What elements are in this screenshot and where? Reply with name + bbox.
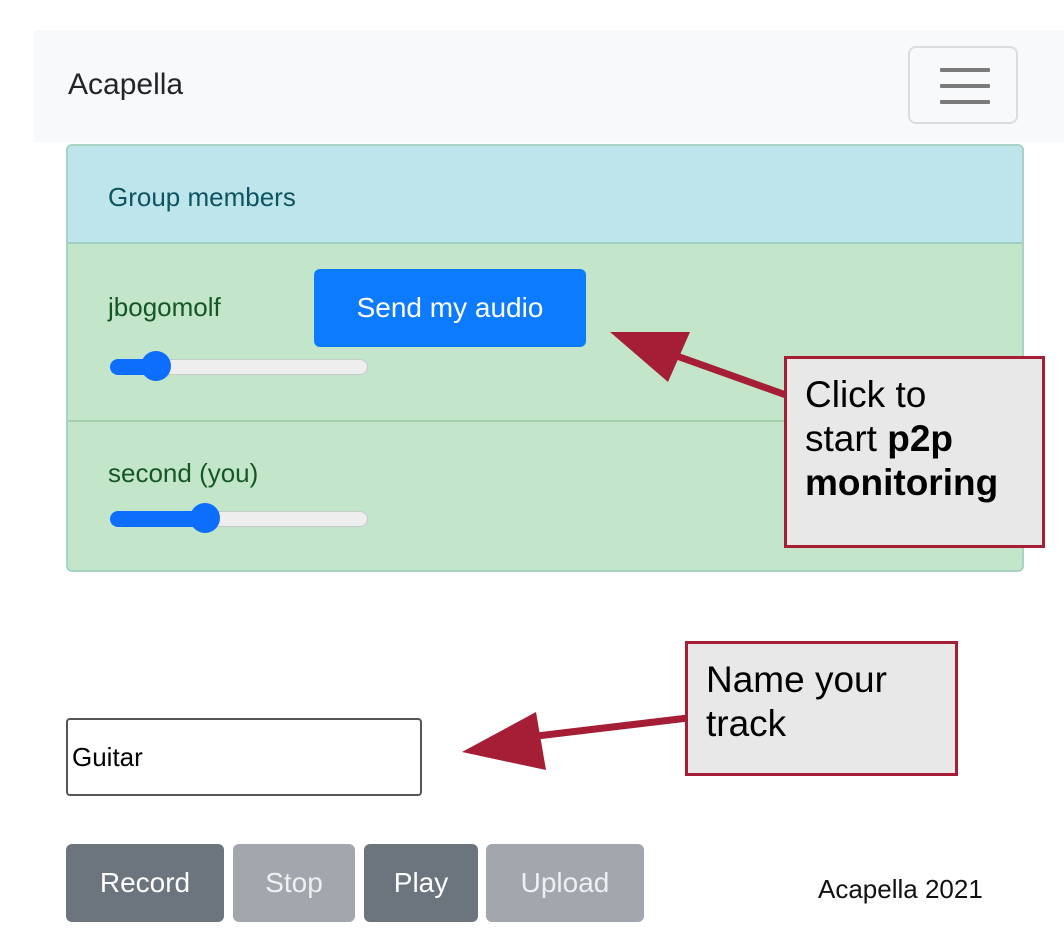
- annotation-bold-text: p2p: [887, 418, 954, 459]
- annotation-text: start: [805, 418, 888, 459]
- upload-button[interactable]: Upload: [486, 844, 644, 922]
- arrow-to-track-input: [462, 712, 689, 770]
- annotation-line: track: [706, 703, 787, 744]
- annotation-line: monitoring: [805, 461, 1042, 505]
- card-header-title: Group members: [108, 182, 296, 212]
- hamburger-bar: [940, 68, 990, 72]
- annotation-line: Name your: [706, 659, 887, 700]
- track-name-input[interactable]: [66, 718, 422, 796]
- annotation-line: start p2p: [805, 417, 1042, 461]
- annotation-track-name: Name your track: [685, 641, 958, 776]
- member-name: jbogomolf: [108, 292, 221, 322]
- volume-slider[interactable]: [110, 503, 370, 533]
- navbar-brand[interactable]: Acapella: [68, 70, 183, 100]
- footer-copyright: Acapella 2021: [818, 874, 983, 904]
- record-button[interactable]: Record: [66, 844, 224, 922]
- member-name: second (you): [108, 458, 259, 488]
- hamburger-bar: [940, 100, 990, 104]
- annotation-send-audio: Click to start p2p monitoring: [784, 356, 1045, 548]
- annotation-bold-text: monitoring: [805, 462, 999, 503]
- hamburger-menu-icon[interactable]: [908, 46, 1018, 124]
- slider-thumb[interactable]: [190, 503, 220, 533]
- play-button[interactable]: Play: [364, 844, 478, 922]
- navbar: Acapella: [34, 30, 1064, 142]
- card-header: Group members: [68, 146, 1022, 244]
- volume-slider[interactable]: [110, 351, 370, 381]
- annotation-line: Click to: [805, 374, 927, 415]
- slider-thumb[interactable]: [141, 351, 171, 381]
- hamburger-bar: [940, 84, 990, 88]
- stop-button[interactable]: Stop: [233, 844, 355, 922]
- send-my-audio-button[interactable]: Send my audio: [314, 269, 586, 347]
